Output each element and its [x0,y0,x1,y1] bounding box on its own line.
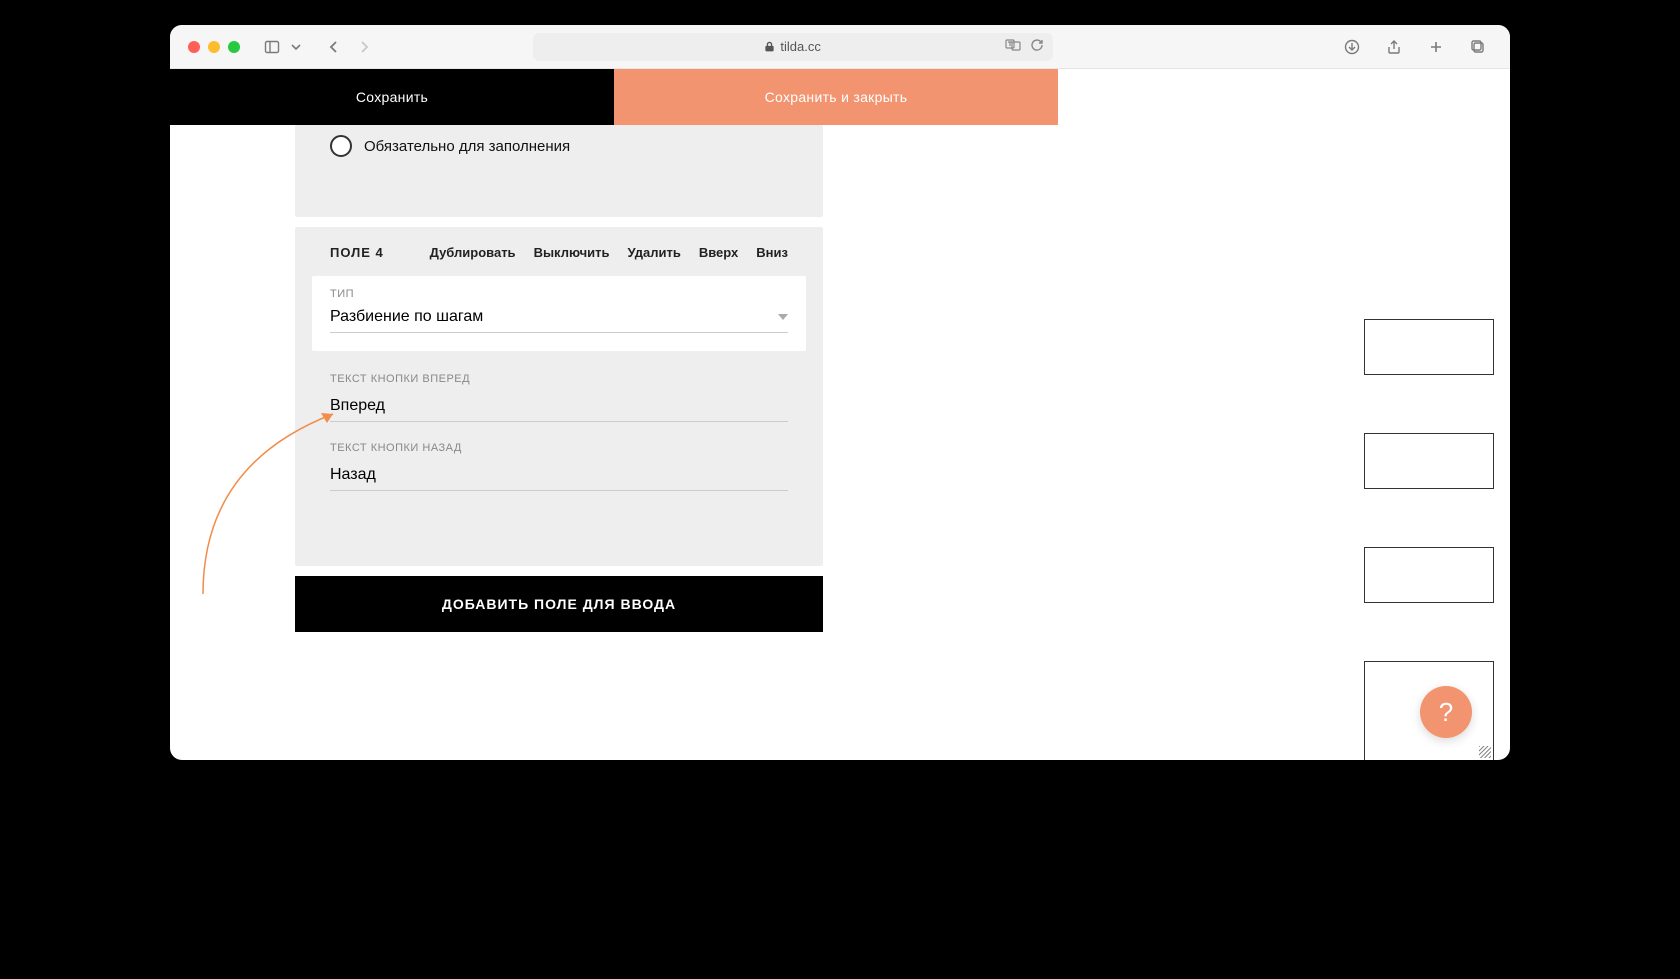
minimize-window-icon[interactable] [208,41,220,53]
page-content: Сохранить Сохранить и закрыть Обязательн… [170,69,1510,760]
add-field-button[interactable]: ДОБАВИТЬ ПОЛЕ ДЛЯ ВВОДА [295,576,823,632]
type-select-box: ТИП Разбиение по шагам [312,276,806,351]
action-disable[interactable]: Выключить [534,245,610,260]
back-button-label: ТЕКСТ КНОПКИ НАЗАД [330,442,788,454]
save-button[interactable]: Сохранить [170,69,614,125]
window-controls [188,41,240,53]
type-label: ТИП [330,288,788,300]
next-button-text-input[interactable] [330,393,788,422]
url-bar[interactable]: tilda.cc [533,33,1053,61]
close-window-icon[interactable] [188,41,200,53]
type-value: Разбиение по шагам [330,308,483,326]
back-button-text-input[interactable] [330,462,788,491]
preview-input-3 [1364,547,1494,603]
browser-window: tilda.cc [170,25,1510,760]
downloads-icon[interactable] [1338,35,1366,59]
share-icon[interactable] [1380,35,1408,59]
chevron-down-icon [778,314,788,320]
translate-icon[interactable] [1005,37,1021,56]
save-close-button[interactable]: Сохранить и закрыть [614,69,1058,125]
preview-input-1 [1364,319,1494,375]
action-up[interactable]: Вверх [699,245,738,260]
required-label: Обязательно для заполнения [364,138,570,155]
new-tab-icon[interactable] [1422,35,1450,59]
type-select[interactable]: Разбиение по шагам [330,308,788,333]
back-icon[interactable] [320,35,348,59]
resize-handle-icon [1479,746,1491,758]
sidebar-toggle-icon[interactable] [258,35,286,59]
url-text: tilda.cc [780,39,820,54]
top-action-bar: Сохранить Сохранить и закрыть [170,69,1510,125]
maximize-window-icon[interactable] [228,41,240,53]
next-button-label: ТЕКСТ КНОПКИ ВПЕРЕД [330,373,788,385]
lock-icon [764,41,775,52]
chevron-down-icon[interactable] [288,35,304,59]
field-title: ПОЛЕ 4 [330,245,384,260]
preview-input-2 [1364,433,1494,489]
required-checkbox[interactable] [330,135,352,157]
required-panel: Обязательно для заполнения [295,125,823,217]
action-delete[interactable]: Удалить [627,245,680,260]
reload-icon[interactable] [1029,37,1045,56]
help-button[interactable]: ? [1420,686,1472,738]
action-down[interactable]: Вниз [756,245,788,260]
field-4-panel: ПОЛЕ 4 Дублировать Выключить Удалить Вве… [295,227,823,566]
forward-icon[interactable] [350,35,378,59]
tabs-icon[interactable] [1464,35,1492,59]
action-duplicate[interactable]: Дублировать [430,245,516,260]
browser-toolbar: tilda.cc [170,25,1510,69]
